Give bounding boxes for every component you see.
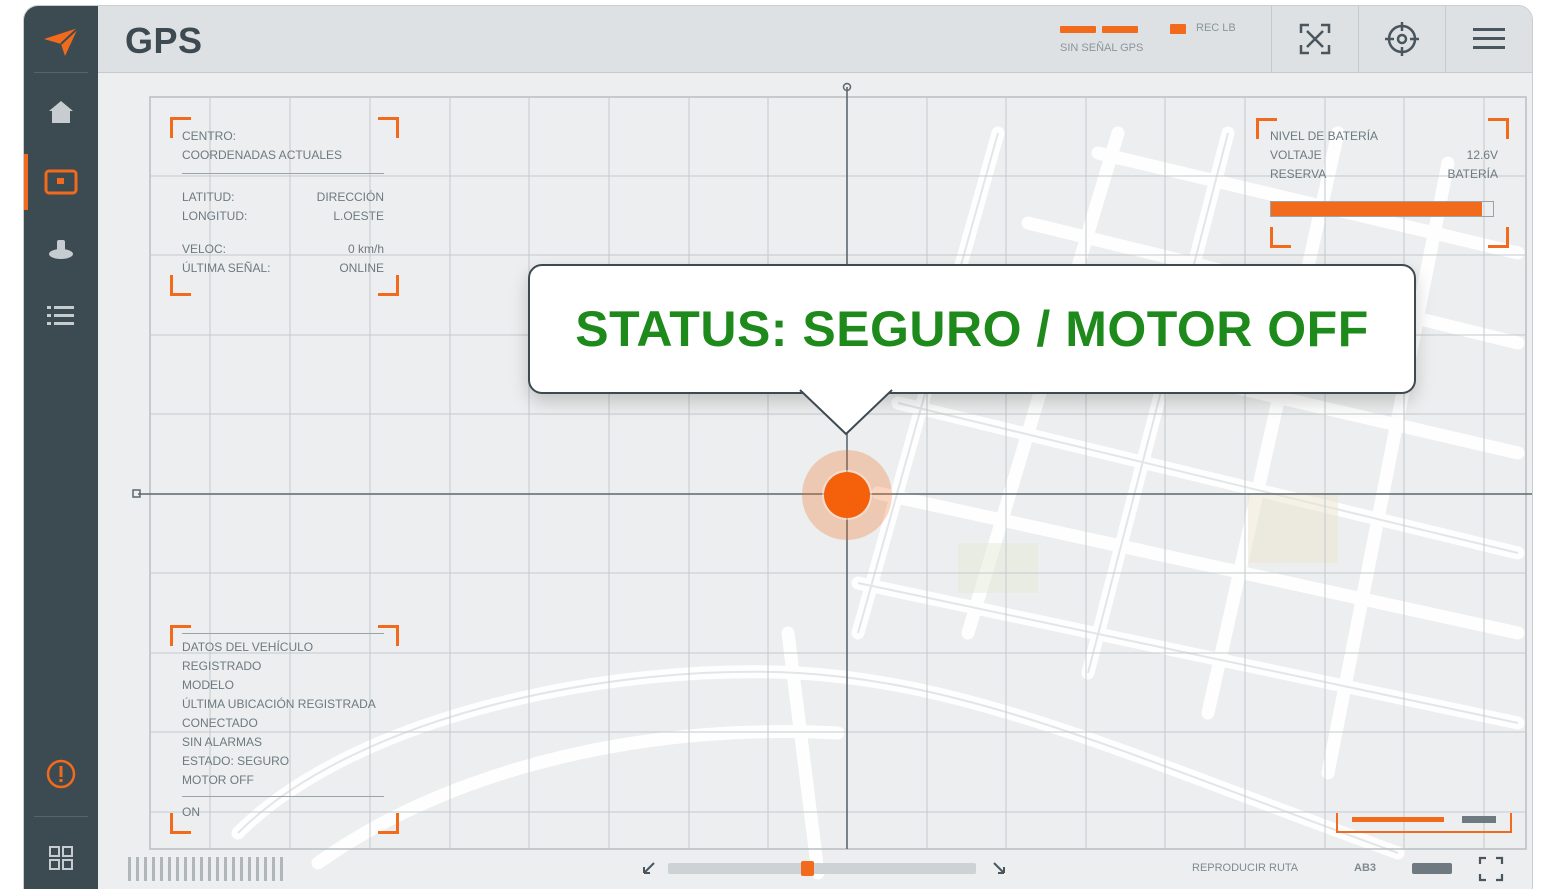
paper-plane-logo-icon [44, 27, 79, 56]
info-line: CONECTADO [182, 716, 258, 730]
logo[interactable] [24, 14, 98, 70]
locate-button[interactable] [1358, 6, 1445, 72]
battery-title: NIVEL DE BATERÍA [1270, 129, 1379, 143]
panel-subtitle: COORDENADAS ACTUALES [182, 148, 343, 162]
row-value: ONLINE [339, 261, 384, 275]
vehicle-position-marker[interactable] [824, 472, 870, 518]
list-icon [47, 306, 74, 325]
toggle-chip[interactable] [1412, 863, 1452, 874]
signal-status: REC LB SIN SEÑAL GPS [1060, 22, 1260, 62]
expand-view-button[interactable] [1271, 6, 1358, 72]
info-line: MOTOR OFF [182, 773, 254, 787]
callout-pointer [799, 388, 893, 436]
info-footer: ON [182, 805, 200, 819]
timeline-thumb[interactable] [800, 861, 814, 876]
expand-icon [1299, 23, 1331, 55]
alert-icon [46, 759, 76, 789]
arrow-right-icon[interactable] [992, 861, 1006, 875]
zoom-level-label: AB3 [1354, 862, 1377, 874]
battery-bar-fill [1271, 202, 1482, 216]
status-callout: STATUS: SEGURO / MOTOR OFF [528, 264, 1416, 394]
row-key: ÚLTIMA SEÑAL: [182, 261, 271, 275]
hamburger-icon [1473, 28, 1505, 49]
row-key: RESERVA [1270, 167, 1327, 181]
row-value: L.OESTE [333, 209, 384, 223]
arrow-left-icon[interactable] [642, 861, 656, 875]
grid-icon [49, 846, 73, 870]
app-title: GPS [125, 20, 203, 61]
info-line: ESTADO: SEGURO [182, 754, 290, 768]
row-key: LONGITUD: [182, 209, 248, 223]
row-key: VOLTAJE [1270, 148, 1322, 162]
map-screen-icon [44, 169, 78, 195]
row-value: BATERÍA [1447, 167, 1498, 181]
status-text: STATUS: SEGURO / MOTOR OFF [575, 301, 1369, 357]
fullscreen-icon[interactable] [1478, 856, 1504, 882]
info-line: MODELO [182, 678, 235, 692]
info-line: ÚLTIMA UBICACIÓN REGISTRADA [182, 697, 376, 711]
signal-tag: REC LB [1196, 22, 1236, 34]
app-window: GPS REC LB SIN SEÑAL GPS CENTRO: COORDEN… [24, 6, 1532, 889]
zoom-indicator [1336, 813, 1512, 833]
sidebar-item-home[interactable] [24, 84, 98, 140]
sidebar-item-alert[interactable] [24, 746, 98, 802]
map-view[interactable]: CENTRO: COORDENADAS ACTUALES LATITUD: DIR… [98, 73, 1532, 889]
row-value: DIRECCIÓN [316, 190, 384, 204]
row-key: VELOC: [182, 242, 227, 256]
home-icon [49, 101, 73, 123]
info-line: SIN ALARMAS [182, 735, 263, 749]
row-key: LATITUD: [182, 190, 235, 204]
info-line: DATOS DEL VEHÍCULO REGISTRADO [182, 640, 314, 673]
sidebar-item-map[interactable] [24, 154, 98, 210]
sidebar-item-list[interactable] [24, 288, 98, 344]
vehicle-icon [49, 240, 73, 259]
battery-bar [1270, 201, 1494, 217]
scale-ticks [128, 857, 283, 881]
panel-title: CENTRO: [182, 129, 236, 143]
top-header: GPS REC LB SIN SEÑAL GPS [98, 6, 1532, 73]
sidebar [24, 6, 98, 889]
sidebar-item-vehicle[interactable] [24, 221, 98, 277]
row-value: 12.6V [1466, 148, 1498, 162]
crosshair-icon [1385, 22, 1419, 56]
timeline-slider[interactable] [668, 861, 976, 876]
signal-label: SIN SEÑAL GPS [1060, 42, 1144, 54]
row-value: 0 km/h [347, 242, 384, 256]
menu-button[interactable] [1445, 6, 1532, 72]
replay-route-label[interactable]: REPRODUCIR RUTA [1192, 862, 1298, 874]
sidebar-item-grid[interactable] [24, 830, 98, 886]
bottom-bar: REPRODUCIR RUTA AB3 [98, 847, 1532, 889]
